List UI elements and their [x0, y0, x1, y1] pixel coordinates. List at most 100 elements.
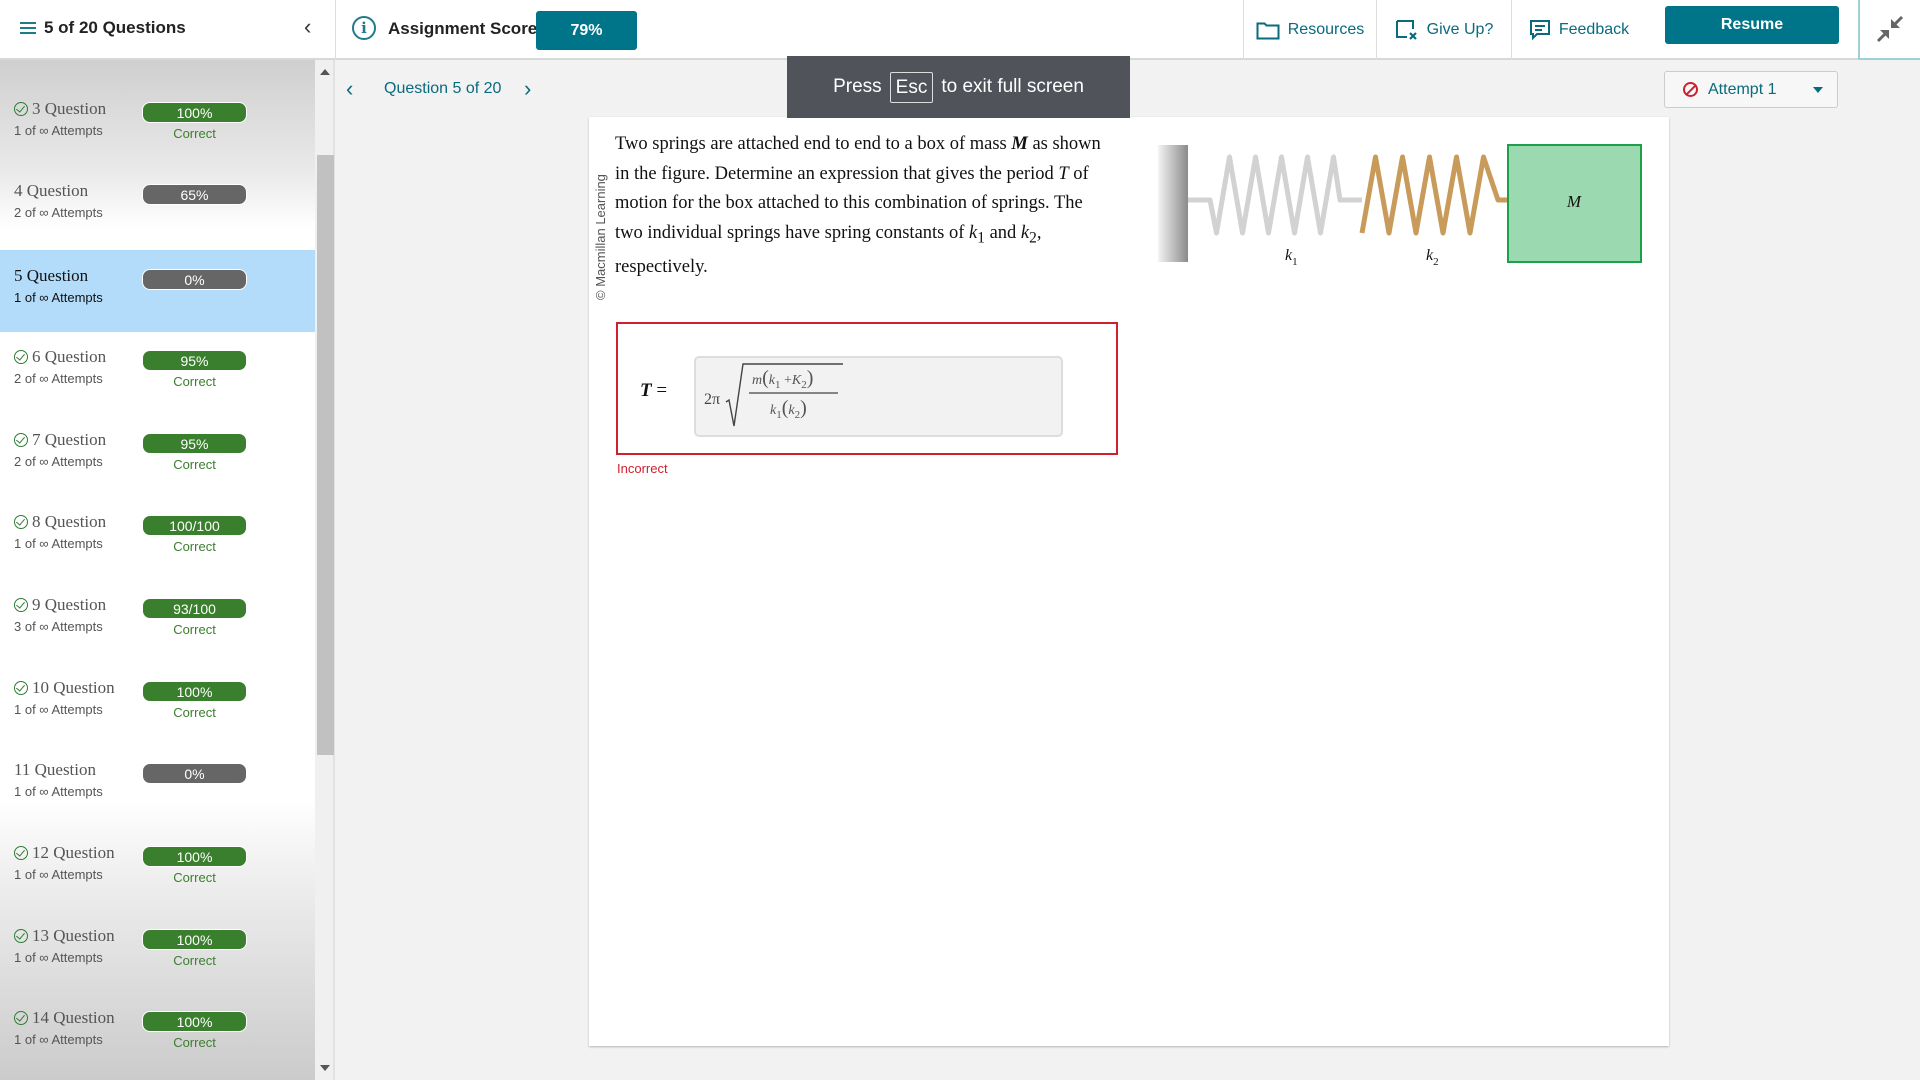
mass-symbol: M	[1011, 134, 1028, 154]
question-list-item[interactable]: 2 Question1 of ∞ Attempts100%Correct	[0, 60, 315, 84]
feedback-incorrect: Incorrect	[617, 461, 668, 476]
question-title-text: 3 Question	[32, 98, 107, 118]
question-list-item[interactable]: 11 Question 1 of ∞ Attempts 0%	[0, 746, 315, 828]
notice-text: Press	[833, 76, 882, 97]
attempts-count: 1 of ∞ Attempts	[14, 701, 103, 717]
question-list-item[interactable]: 8 Question 1 of ∞ Attempts 100/100 Correct	[0, 498, 315, 580]
spring2-label: k2	[1426, 247, 1439, 268]
question-title-text: 5 Question	[14, 266, 89, 286]
check-circle-icon	[14, 101, 28, 116]
check-circle-icon	[14, 680, 28, 695]
question-title: 13 Question	[14, 926, 115, 946]
attempts-count: 2 of ∞ Attempts	[14, 205, 103, 221]
sidebar-scrollbar[interactable]	[315, 60, 335, 1080]
question-title-text: 11 Question	[14, 760, 97, 780]
scrollbar-thumb[interactable]	[317, 155, 334, 755]
question-list-item[interactable]: 4 Question 2 of ∞ Attempts 65%	[0, 167, 315, 249]
attempts-count: 1 of ∞ Attempts	[14, 290, 103, 306]
question-title: 5 Question	[14, 266, 88, 286]
text-segment: Two springs are attached end to end to a…	[615, 134, 1012, 154]
give-up-button[interactable]: Give Up?	[1376, 0, 1511, 60]
chevron-left-icon: ‹	[346, 76, 354, 101]
equals-sign: =	[656, 380, 668, 401]
score-badge: 100%	[142, 1011, 247, 1033]
question-list-item[interactable]: 10 Question 1 of ∞ Attempts 100% Correct	[0, 664, 315, 746]
attempt-dropdown[interactable]: Attempt 1	[1664, 71, 1838, 108]
question-list-toggle[interactable]: 5 of 20 Questions	[20, 18, 186, 38]
status-label: Correct	[173, 373, 216, 389]
resources-button[interactable]: Resources	[1243, 0, 1376, 60]
coefficient: 2π	[704, 391, 720, 408]
question-title: 3 Question	[14, 99, 106, 119]
question-title-text: 10 Question	[32, 677, 115, 697]
question-list-item[interactable]: 3 Question 1 of ∞ Attempts 100% Correct	[0, 85, 315, 167]
denominator: k1(k2)	[770, 397, 807, 421]
question-title: 4 Question	[14, 181, 88, 201]
question-list-item[interactable]: 5 Question 1 of ∞ Attempts 0%	[0, 250, 315, 333]
check-circle-icon	[14, 515, 28, 530]
next-question-button[interactable]: ›	[524, 76, 531, 102]
status-label: Correct	[173, 704, 216, 720]
k-symbol: k	[1020, 222, 1030, 243]
list-icon	[20, 21, 36, 35]
assignment-score-label: Assignment Score:	[388, 19, 543, 38]
numerator: m(k1 +K2)	[752, 367, 813, 391]
question-list-item[interactable]: 13 Question 1 of ∞ Attempts 100% Correct	[0, 912, 315, 994]
question-title: 6 Question	[14, 347, 106, 367]
collapse-arrows-icon	[1876, 15, 1904, 43]
info-icon[interactable]: i	[352, 16, 376, 40]
feedback-button[interactable]: Feedback	[1511, 0, 1646, 60]
exit-fullscreen-button[interactable]	[1858, 0, 1920, 60]
sidebar-header: 5 of 20 Questions ‹	[0, 0, 336, 60]
question-title: 9 Question	[14, 595, 106, 615]
copyright-notice: © Macmillan Learning	[593, 174, 608, 300]
score-badge: 0%	[142, 763, 247, 785]
period-symbol: T	[1058, 163, 1069, 184]
previous-question-button[interactable]: ‹	[346, 76, 353, 102]
question-list: 2 Question1 of ∞ Attempts100%Correct 3 Qu…	[0, 60, 315, 1080]
answer-math-input[interactable]: 2π m(k1 +K2) k1(k2)	[694, 356, 1063, 437]
question-list-item[interactable]: 7 Question 2 of ∞ Attempts 95% Correct	[0, 416, 315, 498]
status-label: Correct	[173, 456, 216, 472]
give-up-label: Give Up?	[1426, 21, 1494, 38]
question-title-text: 8 Question	[32, 512, 107, 532]
question-title: 10 Question	[14, 678, 115, 698]
period-symbol: T	[640, 380, 652, 401]
status-label: Correct	[173, 125, 216, 141]
check-circle-icon	[14, 349, 28, 364]
check-circle-icon	[14, 597, 28, 612]
question-title-text: 9 Question	[32, 594, 107, 614]
question-list-item[interactable]: 6 Question 2 of ∞ Attempts 95% Correct	[0, 333, 315, 415]
scroll-down-arrow-icon[interactable]	[320, 1065, 330, 1071]
score-badge: 100%	[142, 928, 247, 950]
question-list-item[interactable]: 12 Question 1 of ∞ Attempts 100% Correct	[0, 829, 315, 911]
question-text: Two springs are attached end to end to a…	[615, 130, 1105, 282]
question-title: 11 Question	[14, 760, 96, 780]
question-title-text: 7 Question	[32, 429, 107, 449]
prohibited-icon	[1683, 82, 1698, 97]
esc-key-hint: Esc	[889, 71, 934, 103]
status-label: Correct	[173, 539, 216, 555]
spring-mass-figure: M k1 k2	[1158, 144, 1642, 268]
scroll-up-arrow-icon[interactable]	[320, 69, 330, 75]
score-badge: 100/100	[142, 515, 247, 537]
resources-label: Resources	[1287, 21, 1365, 38]
attempts-count: 1 of ∞ Attempts	[14, 1032, 103, 1048]
entered-expression: 2π m(k1 +K2) k1(k2)	[704, 363, 843, 427]
status-label: Correct	[173, 621, 216, 637]
spring-k2	[1359, 154, 1508, 236]
question-title-text: 13 Question	[32, 925, 115, 945]
check-circle-icon	[14, 432, 28, 447]
question-title-text: 14 Question	[32, 1008, 115, 1028]
score-badge: 100%	[142, 101, 247, 123]
answer-container: T = 2π m(k1 +K2) k1(k2)	[616, 322, 1118, 455]
question-nav-label[interactable]: Question 5 of 20	[384, 80, 501, 98]
spring-k1	[1188, 154, 1362, 236]
collapse-sidebar-button[interactable]: ‹	[304, 14, 311, 40]
question-list-item[interactable]: 14 Question 1 of ∞ Attempts 100% Correct	[0, 994, 315, 1076]
resume-button[interactable]: Resume	[1665, 6, 1839, 44]
question-list-item[interactable]: 9 Question 3 of ∞ Attempts 93/100 Correct	[0, 581, 315, 663]
question-title: 7 Question	[14, 430, 106, 450]
score-badge: 95%	[142, 432, 247, 454]
check-circle-icon	[14, 928, 28, 943]
